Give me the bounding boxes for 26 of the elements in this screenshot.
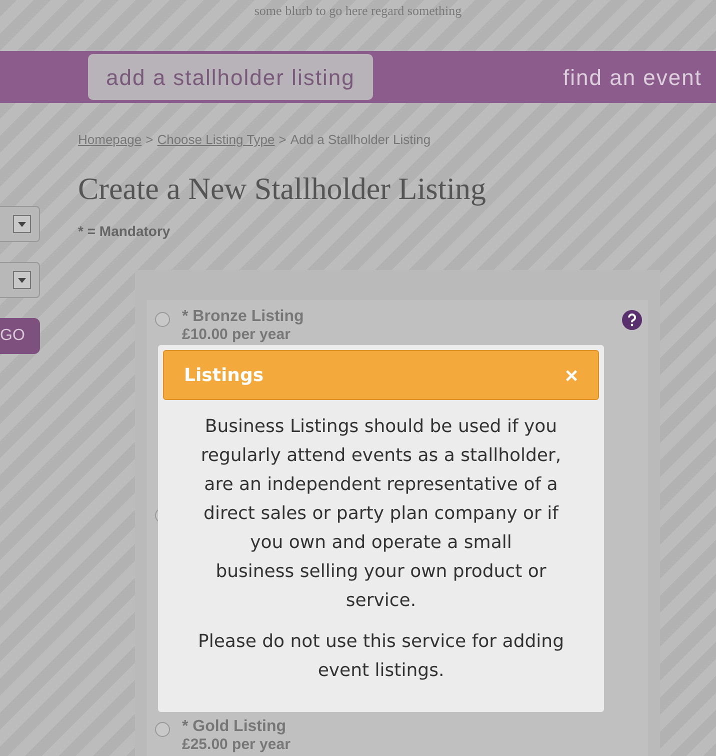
nav-tab[interactable]: add a stallholder listing bbox=[88, 54, 373, 100]
blurb-text: some blurb to go here regard something bbox=[254, 2, 462, 20]
radio-button[interactable] bbox=[155, 722, 170, 737]
go-button[interactable]: GO bbox=[0, 318, 40, 354]
close-button[interactable]: × bbox=[565, 358, 578, 392]
listing-name: * Bronze Listing bbox=[182, 308, 305, 326]
listing-name: * Gold Listing bbox=[182, 718, 287, 736]
dropdown-field[interactable] bbox=[0, 206, 40, 242]
help-icon[interactable] bbox=[622, 310, 642, 330]
listing-price: £10.00 per year bbox=[182, 326, 292, 344]
dropdown-field[interactable] bbox=[0, 262, 40, 298]
listing-price: £25.00 per year bbox=[182, 736, 292, 754]
caret-icon bbox=[13, 271, 31, 289]
dialog-title: Listings bbox=[184, 364, 264, 388]
dialog-paragraph: Please do not use this service for adding event listings. bbox=[198, 630, 564, 683]
nav-tab[interactable]: find an event bbox=[559, 54, 706, 100]
dialog-paragraph: Business Listings should be used if you regularly attend events as a stallholder, are an independent representative of a direct sales or party plan company or if you own and operate a small business selling your own product or service. bbox=[200, 415, 562, 613]
mandatory-note: * = Mandatory bbox=[78, 222, 172, 241]
breadcrumb-link[interactable]: Choose Listing Type bbox=[157, 130, 275, 150]
breadcrumb-link[interactable]: Homepage bbox=[78, 130, 142, 150]
page-title: Create a New Stallholder Listing bbox=[78, 171, 488, 207]
breadcrumb-text: > bbox=[278, 131, 286, 150]
caret-icon bbox=[13, 215, 31, 233]
breadcrumb-text: Add a Stallholder Listing bbox=[290, 131, 431, 150]
breadcrumb-text: > bbox=[146, 131, 154, 150]
radio-button[interactable] bbox=[155, 312, 170, 327]
